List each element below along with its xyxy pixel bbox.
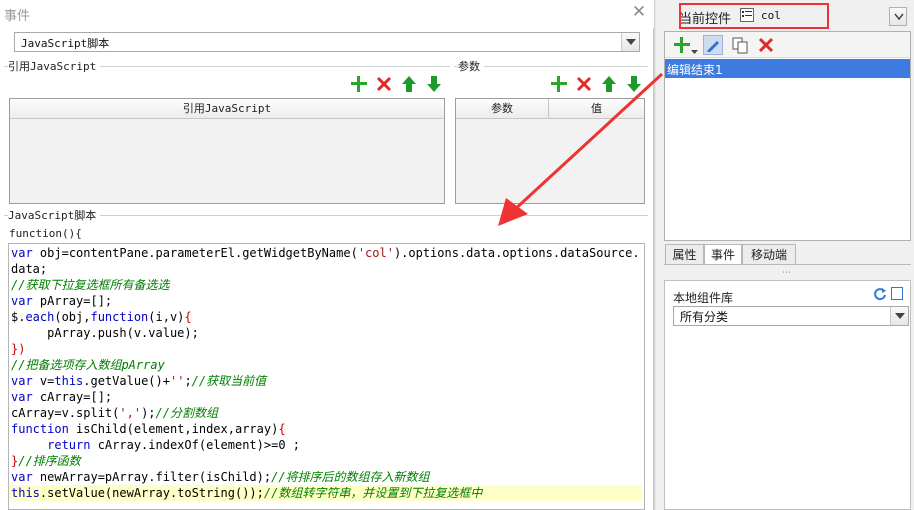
add-event-icon[interactable] xyxy=(673,36,691,54)
code-token: //数组转字符串，并设置到下拉复选框中 xyxy=(263,486,483,500)
dialog-titlebar: 事件 ✕ xyxy=(0,0,654,28)
params-section-label: 参数 xyxy=(458,58,484,74)
code-line-6: pArray.push(v.value); xyxy=(11,326,199,340)
refresh-icon[interactable] xyxy=(873,287,887,304)
code-token: 'col' xyxy=(357,246,394,260)
delete-icon[interactable] xyxy=(375,75,393,93)
arrow-down-icon[interactable] xyxy=(425,75,443,93)
code-token: var xyxy=(11,374,33,388)
code-token: each xyxy=(25,310,55,324)
code-token: this xyxy=(54,374,84,388)
close-icon[interactable]: ✕ xyxy=(630,3,648,21)
tab-events[interactable]: 事件 xyxy=(704,244,742,264)
dialog-title: 事件 xyxy=(4,9,31,24)
code-token: //分割数组 xyxy=(155,406,218,420)
ref-js-table-header[interactable]: 引用JavaScript xyxy=(10,99,444,119)
chevron-down-icon[interactable] xyxy=(889,7,907,26)
event-item-label: 编辑结束1 xyxy=(667,63,723,77)
code-line-7: }) xyxy=(11,342,26,356)
code-line-14: }//排序函数 xyxy=(11,453,81,469)
highlight-box xyxy=(679,3,829,29)
code-editor[interactable]: var obj=contentPane.parameterEl.getWidge… xyxy=(8,243,645,510)
drag-handle-icon[interactable]: ⋯ xyxy=(782,268,792,278)
function-header: function(){ xyxy=(9,227,82,240)
code-token: var xyxy=(11,246,33,260)
chevron-down-icon[interactable] xyxy=(621,33,639,51)
tab-mobile[interactable]: 移动端 xyxy=(742,244,796,264)
code-line-15: var newArray=pArray.filter(isChild);//将排… xyxy=(11,470,430,484)
code-token: ',' xyxy=(119,406,142,420)
panel-toggle-icon[interactable] xyxy=(891,287,903,300)
code-token: this xyxy=(11,486,40,500)
ref-js-section-label: 引用JavaScript xyxy=(8,58,101,74)
code-token: //排序函数 xyxy=(18,454,81,468)
annotation-arrow-icon xyxy=(498,72,664,226)
code-token: { xyxy=(184,310,192,324)
arrow-up-icon[interactable] xyxy=(400,75,418,93)
code-line-2: data; xyxy=(11,262,48,276)
code-line-8: //把备选项存入数组pArray xyxy=(11,358,165,372)
ref-js-table[interactable]: 引用JavaScript xyxy=(9,98,445,204)
code-line-3: //获取下拉复选框所有备选选 xyxy=(11,278,170,292)
local-lib-panel: 本地组件库 所有分类 xyxy=(664,280,911,510)
add-icon[interactable] xyxy=(350,75,368,93)
code-token: var xyxy=(11,294,33,308)
code-line-13: return cArray.indexOf(element)>=0 ; xyxy=(47,438,300,452)
tab-properties[interactable]: 属性 xyxy=(665,244,704,264)
right-panel: 当前控件 col 编辑结束1 属性 事件 移动端 ⋯ 本地组件库 所有分类 xyxy=(656,0,914,510)
code-token: return xyxy=(47,438,91,452)
code-token: '' xyxy=(169,374,185,388)
event-list-panel: 编辑结束1 xyxy=(664,31,911,241)
dropdown-arrow-icon[interactable] xyxy=(691,44,698,58)
code-token: //将排序后的数组存入新数组 xyxy=(271,470,430,484)
code-token: function xyxy=(11,422,69,436)
code-token: ).options.data.options.dataSource. xyxy=(393,246,640,260)
event-toolbar xyxy=(665,32,910,58)
code-line-10: var cArray=[]; xyxy=(11,390,113,404)
tab-underline xyxy=(664,264,911,265)
code-line-4: var pArray=[]; xyxy=(11,294,113,308)
code-line-5: $.each(obj,function(i,v){ xyxy=(11,310,192,324)
script-type-value: JavaScript脚本 xyxy=(21,37,110,50)
edit-icon[interactable] xyxy=(703,35,723,55)
code-line-11: cArray=v.split(',');//分割数组 xyxy=(11,406,218,420)
code-line-9: var v=this.getValue()+'';//获取当前值 xyxy=(11,374,267,388)
copy-icon[interactable] xyxy=(731,36,749,54)
script-type-select[interactable]: JavaScript脚本 xyxy=(14,32,640,52)
category-select[interactable]: 所有分类 xyxy=(673,306,909,326)
remove-event-icon[interactable] xyxy=(757,36,775,54)
code-line-12: function isChild(element,index,array){ xyxy=(11,422,286,436)
category-value: 所有分类 xyxy=(680,310,729,324)
code-token: { xyxy=(278,422,286,436)
event-list-item[interactable]: 编辑结束1 xyxy=(665,59,910,78)
js-section-label: JavaScript脚本 xyxy=(8,207,101,223)
local-lib-label: 本地组件库 xyxy=(673,291,734,305)
code-line-1: var obj=contentPane.parameterEl.getWidge… xyxy=(11,245,640,261)
chevron-down-icon[interactable] xyxy=(890,307,908,325)
code-token: var xyxy=(11,390,33,404)
code-line-16: this.setValue(newArray.toString());//数组转… xyxy=(9,485,642,501)
code-token: obj=contentPane.parameterEl.getWidgetByN… xyxy=(39,246,358,260)
code-token: var xyxy=(11,470,33,484)
code-token: function xyxy=(90,310,149,324)
code-token: //获取当前值 xyxy=(191,374,267,388)
